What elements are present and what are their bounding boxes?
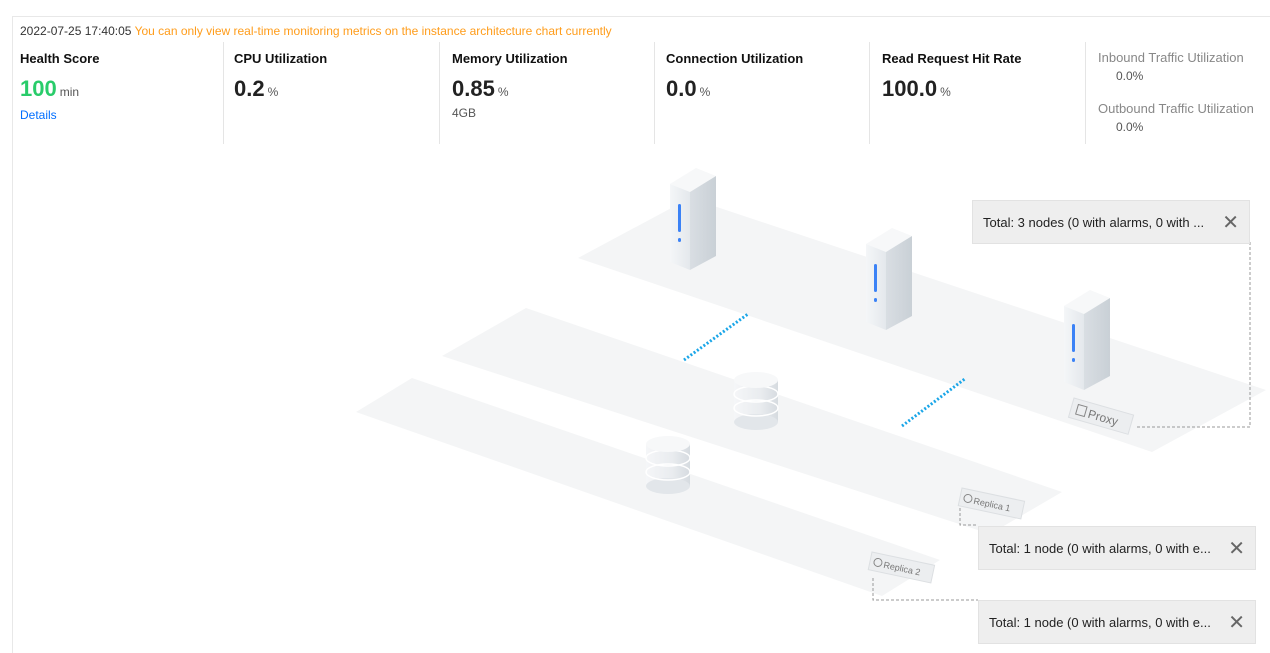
replica1-nodes-tooltip: Total: 1 node (0 with alarms, 0 with e..… xyxy=(978,526,1256,570)
replica1-nodes-summary: Total: 1 node (0 with alarms, 0 with e..… xyxy=(989,541,1211,556)
proxy-nodes-summary: Total: 3 nodes (0 with alarms, 0 with ..… xyxy=(983,215,1205,230)
database-icon[interactable] xyxy=(645,436,691,494)
replication-link-line xyxy=(683,312,749,362)
server-icon[interactable] xyxy=(670,168,716,270)
close-icon[interactable]: ✕ xyxy=(1222,201,1239,245)
database-icon[interactable] xyxy=(733,372,779,430)
close-icon[interactable]: ✕ xyxy=(1228,527,1245,571)
replica2-nodes-tooltip: Total: 1 node (0 with alarms, 0 with e..… xyxy=(978,600,1256,644)
close-icon[interactable]: ✕ xyxy=(1228,601,1245,645)
replica2-nodes-summary: Total: 1 node (0 with alarms, 0 with e..… xyxy=(989,615,1211,630)
server-icon[interactable] xyxy=(866,228,912,330)
replication-link-line xyxy=(901,376,967,428)
proxy-nodes-tooltip: Total: 3 nodes (0 with alarms, 0 with ..… xyxy=(972,200,1250,244)
server-icon[interactable] xyxy=(1064,290,1110,390)
architecture-panel: 2022-07-25 17:40:05 You can only view re… xyxy=(0,0,1270,653)
